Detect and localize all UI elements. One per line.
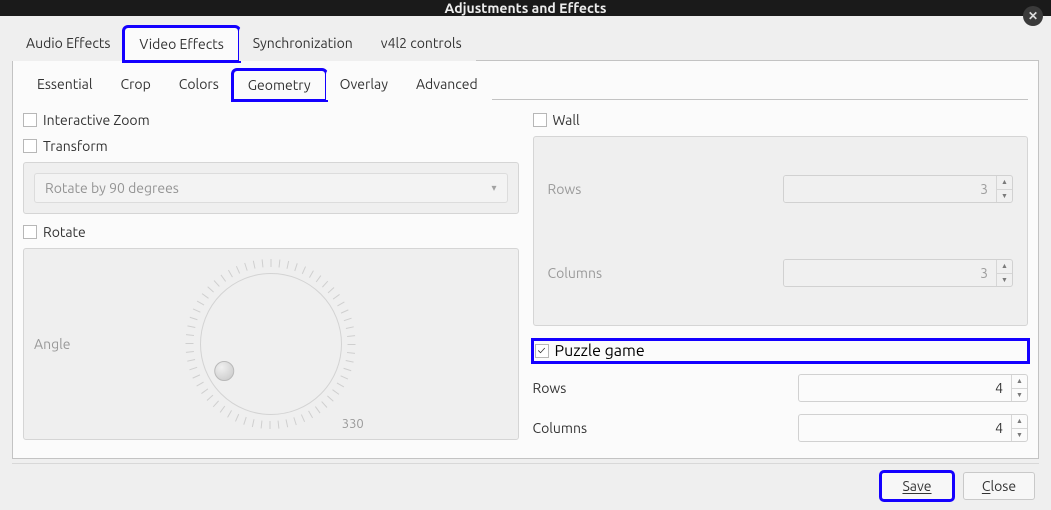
angle-label: Angle xyxy=(34,336,71,352)
puzzle-cols-spin[interactable]: ▲ ▼ xyxy=(798,414,1028,442)
puzzle-cols-label: Columns xyxy=(533,420,799,436)
tab-colors[interactable]: Colors xyxy=(165,70,233,100)
dial-knob-icon xyxy=(214,361,234,381)
save-button[interactable]: Save xyxy=(881,472,953,500)
wall-rows-label: Rows xyxy=(548,181,784,197)
window-title: Adjustments and Effects xyxy=(445,0,607,16)
chevron-up-icon[interactable]: ▲ xyxy=(1012,415,1027,429)
wall-rows-row: Rows ▲ ▼ xyxy=(548,175,1014,203)
wall-cols-label: Columns xyxy=(548,265,784,281)
wall-cols-spin[interactable]: ▲ ▼ xyxy=(783,259,1013,287)
angle-dial[interactable]: 330 xyxy=(186,259,356,429)
tab-synchronization[interactable]: Synchronization xyxy=(239,27,367,61)
transform-check[interactable]: Transform xyxy=(23,136,519,156)
wall-label: Wall xyxy=(553,112,580,128)
wall-rows-spin[interactable]: ▲ ▼ xyxy=(783,175,1013,203)
puzzle-cols-input[interactable] xyxy=(799,415,1011,441)
chevron-down-icon: ▾ xyxy=(491,182,496,194)
spinner-buttons: ▲ ▼ xyxy=(1011,375,1027,401)
chevron-down-icon[interactable]: ▼ xyxy=(1012,389,1027,402)
transform-group: Rotate by 90 degrees ▾ xyxy=(23,162,519,214)
puzzle-rows-input[interactable] xyxy=(799,375,1011,401)
save-button-label: Save xyxy=(902,478,931,494)
chevron-down-icon[interactable]: ▼ xyxy=(997,190,1012,203)
close-icon[interactable]: ✕ xyxy=(1023,6,1043,26)
interactive-zoom-check[interactable]: Interactive Zoom xyxy=(23,110,519,130)
tabs-main: Audio Effects Video Effects Synchronizat… xyxy=(12,26,1039,61)
puzzle-rows-label: Rows xyxy=(533,380,799,396)
chevron-up-icon[interactable]: ▲ xyxy=(997,176,1012,190)
titlebar: Adjustments and Effects ✕ xyxy=(0,0,1051,16)
tab-audio-effects[interactable]: Audio Effects xyxy=(12,27,124,61)
checkbox-icon xyxy=(23,139,37,153)
puzzle-rows-spin[interactable]: ▲ ▼ xyxy=(798,374,1028,402)
spinner-buttons: ▲ ▼ xyxy=(996,260,1012,286)
puzzle-cols-row: Columns ▲ ▼ xyxy=(533,414,1029,442)
video-effects-pane: Essential Crop Colors Geometry Overlay A… xyxy=(12,61,1039,459)
geometry-pane: Interactive Zoom Transform Rotate by 90 … xyxy=(23,100,1028,448)
close-button-label: Close xyxy=(982,478,1016,494)
close-button[interactable]: Close xyxy=(963,472,1035,500)
spinner-buttons: ▲ ▼ xyxy=(996,176,1012,202)
transform-label: Transform xyxy=(43,138,108,154)
transform-select-value: Rotate by 90 degrees xyxy=(45,180,179,196)
puzzle-check[interactable]: Puzzle game xyxy=(533,340,1029,362)
dialog-footer: Save Close xyxy=(12,463,1039,504)
tabs-video-sub: Essential Crop Colors Geometry Overlay A… xyxy=(23,69,1028,100)
dial-ring-icon xyxy=(200,273,342,415)
wall-rows-input xyxy=(784,176,996,202)
tab-geometry[interactable]: Geometry xyxy=(233,70,326,100)
checkbox-icon xyxy=(23,113,37,127)
checkbox-icon xyxy=(533,113,547,127)
content: Audio Effects Video Effects Synchronizat… xyxy=(0,16,1051,510)
wall-cols-input xyxy=(784,260,996,286)
geometry-right-col: Wall Rows ▲ ▼ Columns xyxy=(533,110,1029,448)
chevron-up-icon[interactable]: ▲ xyxy=(1012,375,1027,389)
checkbox-icon xyxy=(23,225,37,239)
puzzle-rows-row: Rows ▲ ▼ xyxy=(533,374,1029,402)
puzzle-label: Puzzle game xyxy=(555,342,645,360)
tab-v4l2-controls[interactable]: v4l2 controls xyxy=(367,27,476,61)
wall-cols-row: Columns ▲ ▼ xyxy=(548,259,1014,287)
tab-crop[interactable]: Crop xyxy=(107,70,165,100)
rotate-check[interactable]: Rotate xyxy=(23,222,519,242)
wall-check[interactable]: Wall xyxy=(533,110,1029,130)
chevron-down-icon[interactable]: ▼ xyxy=(1012,429,1027,442)
chevron-down-icon[interactable]: ▼ xyxy=(997,274,1012,287)
angle-value: 330 xyxy=(342,417,364,431)
checkbox-icon xyxy=(535,344,549,358)
wall-group: Rows ▲ ▼ Columns xyxy=(533,136,1029,326)
spinner-buttons: ▲ ▼ xyxy=(1011,415,1027,441)
interactive-zoom-label: Interactive Zoom xyxy=(43,112,150,128)
geometry-left-col: Interactive Zoom Transform Rotate by 90 … xyxy=(23,110,519,448)
tab-overlay[interactable]: Overlay xyxy=(326,70,402,100)
tab-essential[interactable]: Essential xyxy=(23,70,107,100)
tab-advanced[interactable]: Advanced xyxy=(402,70,492,100)
transform-select[interactable]: Rotate by 90 degrees ▾ xyxy=(34,173,508,203)
rotate-group: Angle 330 xyxy=(23,248,519,440)
tab-video-effects[interactable]: Video Effects xyxy=(124,27,238,61)
chevron-up-icon[interactable]: ▲ xyxy=(997,260,1012,274)
rotate-label: Rotate xyxy=(43,224,86,240)
